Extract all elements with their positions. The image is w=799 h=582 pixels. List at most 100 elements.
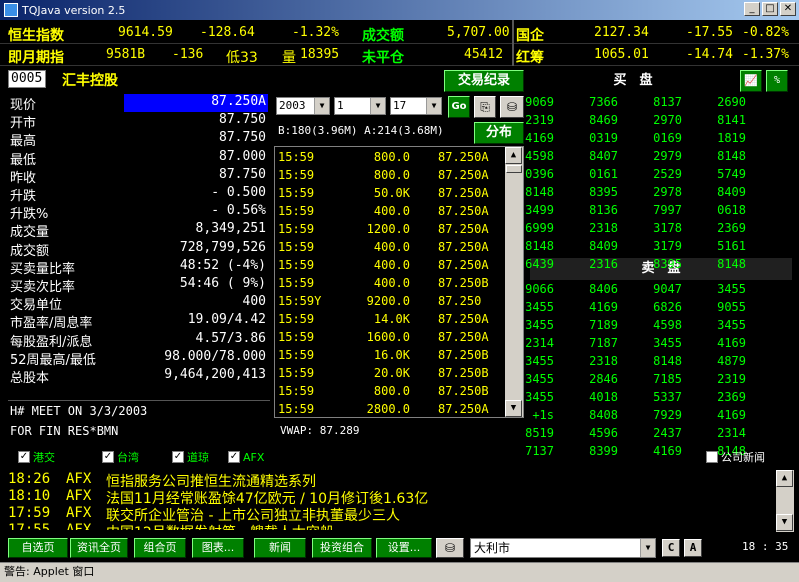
search-select[interactable]: 大利市	[470, 538, 656, 558]
toolbar-button[interactable]: 自选页	[8, 538, 68, 558]
quote-label: 每股盈利/派息	[10, 334, 93, 350]
broker-id: 3179	[653, 239, 682, 253]
broker-id: 8141	[717, 113, 746, 127]
checkbox-box[interactable]: ✓	[18, 451, 30, 463]
broker-row: 6439 2316 8395 8148	[525, 256, 784, 274]
trade-row: 15:59Y 9200.0 87.250	[276, 293, 504, 311]
toolbar-button[interactable]: 图表...	[192, 538, 244, 558]
broker-id: 4598	[653, 318, 682, 332]
month-select[interactable]: 1 ▼	[334, 97, 386, 115]
day-select[interactable]: 17 ▼	[390, 97, 442, 115]
broker-id: 6826	[653, 300, 682, 314]
trade-price: 87.250A	[438, 312, 489, 326]
toolbar-button[interactable]: 设置...	[376, 538, 432, 558]
filter-checkbox[interactable]: ✓ AFX	[228, 449, 264, 465]
quote-label: 最高	[10, 134, 37, 150]
broker-id: 2314	[717, 426, 746, 440]
futures-low: 低33	[226, 50, 258, 66]
broker-id: 2318	[589, 221, 618, 235]
news-item[interactable]: 18:26 AFX 恒指服务公司推恒生流通精选系列	[8, 471, 768, 488]
news-headline: 联交所企业管治 - 上市公司独立非执董最少三人	[106, 508, 400, 522]
futures-volume-label: 量	[282, 50, 296, 66]
toolbar-button[interactable]: 资讯全页	[70, 538, 128, 558]
open-interest-label: 未平仓	[362, 50, 404, 66]
broker-row: 3455 4169 6826 9055	[525, 299, 784, 317]
broker-id: 8148	[653, 354, 682, 368]
trade-row: 15:59 20.0K 87.250B	[276, 365, 504, 383]
broker-id: 3499	[525, 203, 554, 217]
news-item[interactable]: 18:10 AFX 法国11月经常账盈馀47亿欧元 / 10月修订後1.63亿	[8, 488, 768, 505]
coins-icon[interactable]: ⛁	[436, 538, 464, 558]
checkbox-box[interactable]: ✓	[228, 451, 240, 463]
c-button[interactable]: C	[662, 539, 680, 557]
year-select[interactable]: 2003 ▼	[276, 97, 330, 115]
news-headline: 法国11月经常账盈馀47亿欧元 / 10月修订後1.63亿	[106, 491, 429, 505]
news-time: 17:59	[8, 505, 51, 521]
trade-time: 15:59Y	[278, 294, 322, 308]
hsi-change: -128.64	[200, 25, 255, 40]
broker-id: 3455	[717, 282, 746, 296]
chevron-down-icon: ▼	[426, 98, 441, 114]
scroll-up-icon[interactable]: ▲	[776, 470, 793, 487]
broker-row: 4598 8407 2979 8148	[525, 148, 784, 166]
news-item[interactable]: 17:59 AFX 联交所企业管治 - 上市公司独立非执董最少三人	[8, 505, 768, 522]
stock-code-input[interactable]: 0005	[8, 70, 46, 88]
broker-id: 4018	[589, 390, 618, 404]
chevron-down-icon[interactable]: ▼	[640, 539, 655, 557]
broker-id: 0396	[525, 167, 554, 181]
quote-label: 昨收	[10, 170, 37, 186]
quote-row: 买卖次比率 54:46 ( 9%)	[8, 276, 268, 295]
quote-row: 交易单位 400	[8, 294, 268, 313]
broker-id: 7997	[653, 203, 682, 217]
quote-row: 最高 87.750	[8, 130, 268, 150]
quote-value: 9,464,200,413	[164, 367, 266, 382]
broker-id: 9069	[525, 95, 554, 109]
broker-id: 8519	[525, 426, 554, 440]
redchip-change: -14.74	[686, 47, 733, 62]
trade-volume: 9200.0	[366, 294, 410, 308]
filter-checkbox[interactable]: ✓ 台湾	[102, 449, 139, 465]
checkbox-box[interactable]: ✓	[172, 451, 184, 463]
checkbox-box[interactable]: ✓	[102, 451, 114, 463]
trade-row: 15:59 400.0 87.250A	[276, 257, 504, 275]
close-button[interactable]: ✕	[780, 2, 796, 16]
toolbar-button[interactable]: 新闻	[254, 538, 306, 558]
trade-price: 87.250A	[438, 204, 489, 218]
hscei-percent: -0.82%	[742, 25, 789, 40]
filter-label: 台湾	[117, 451, 139, 464]
quote-label: 最低	[10, 152, 37, 168]
line-chart-icon[interactable]: 📈	[740, 70, 762, 92]
broker-id: 7366	[589, 95, 618, 109]
trade-volume: 400.0	[373, 258, 410, 272]
toolbar-button[interactable]: 投资组合	[312, 538, 372, 558]
news-time: 17:55	[8, 522, 51, 530]
percent-icon[interactable]: %	[766, 70, 788, 92]
minimize-button[interactable]: _	[744, 2, 760, 16]
trade-volume: 16.0K	[373, 348, 410, 362]
filter-checkbox[interactable]: ✓ 港交	[18, 449, 55, 465]
broker-row: 3455 2318 8148 4879	[525, 353, 784, 371]
a-button[interactable]: A	[684, 539, 702, 557]
trade-log-button[interactable]: 交易纪录	[444, 70, 524, 92]
broker-id: 0618	[717, 203, 746, 217]
broker-id: 3455	[525, 372, 554, 386]
trade-price: 87.250B	[438, 384, 489, 398]
broker-id: 8148	[525, 239, 554, 253]
go-button[interactable]: Go	[448, 96, 470, 118]
broker-id: 8137	[653, 95, 682, 109]
scroll-down-icon[interactable]: ▼	[776, 514, 793, 531]
news-item[interactable]: 17:55 AFX 中国12月数据发射第一艘载人太空船	[8, 522, 768, 530]
java-app-icon	[4, 3, 18, 17]
filter-checkbox[interactable]: ✓ 道琼	[172, 449, 209, 465]
trade-volume: 20.0K	[373, 366, 410, 380]
filter-checkbox[interactable]: 公司新闻	[706, 449, 765, 465]
trade-volume: 2800.0	[366, 402, 410, 416]
trade-time: 15:59	[278, 150, 315, 164]
checkbox-box[interactable]	[706, 451, 718, 463]
maximize-button[interactable]: □	[762, 2, 778, 16]
news-time: 18:10	[8, 488, 51, 504]
copy-icon[interactable]: ⎘	[474, 96, 496, 118]
toolbar-button[interactable]: 组合页	[134, 538, 186, 558]
hsi-label: 恒生指数	[8, 28, 64, 44]
broker-id: 8409	[717, 185, 746, 199]
